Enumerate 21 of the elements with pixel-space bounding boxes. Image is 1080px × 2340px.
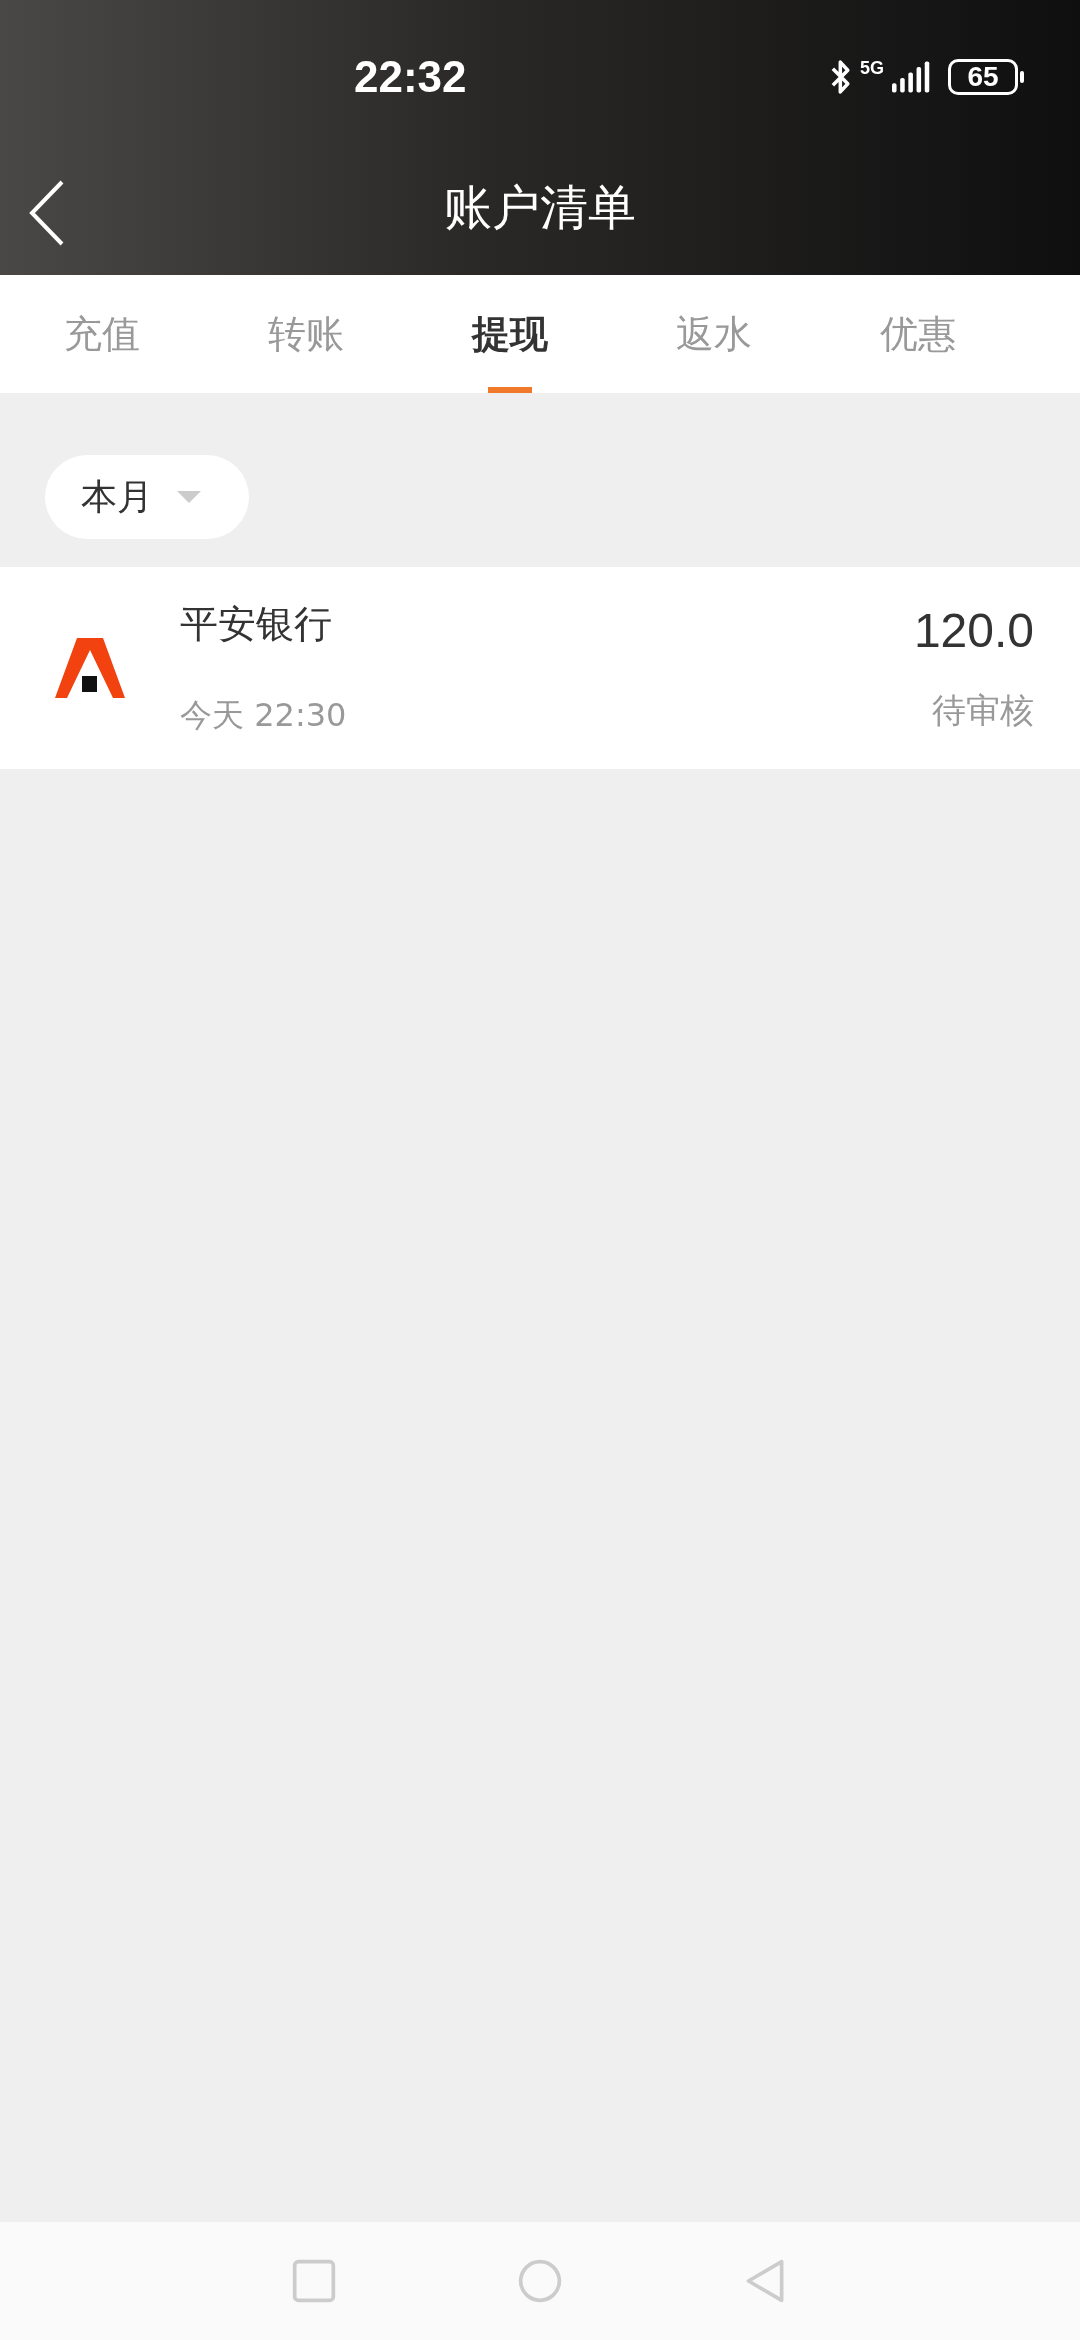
tab[interactable]: 优惠: [816, 275, 1020, 393]
month-filter[interactable]: 本月: [45, 455, 249, 539]
home-button[interactable]: [517, 2258, 563, 2304]
bank-logo-icon: [55, 638, 125, 698]
tab[interactable]: 充值: [0, 275, 204, 393]
status-time: 22:32: [354, 52, 467, 102]
record-status: 待审核: [932, 688, 1034, 732]
tab[interactable]: 提现: [408, 275, 612, 393]
record-time: 今天 22:30: [180, 694, 348, 736]
bank-name: 平安银行: [180, 600, 333, 648]
caret-icon: [177, 491, 201, 503]
record-row[interactable]: 平安银行 今天 22:30 120.0 待审核: [0, 567, 1080, 769]
amount: 120.0: [913, 602, 1034, 658]
tab[interactable]: 转账: [204, 275, 408, 393]
signal-icon: [892, 61, 932, 93]
battery-icon: 65: [948, 59, 1018, 95]
bluetooth-icon: [830, 58, 852, 96]
page-title: 账户清单: [444, 177, 636, 237]
tab[interactable]: 返水: [612, 275, 816, 393]
recents-button[interactable]: [291, 2258, 337, 2304]
network-label: 5G: [860, 58, 884, 79]
